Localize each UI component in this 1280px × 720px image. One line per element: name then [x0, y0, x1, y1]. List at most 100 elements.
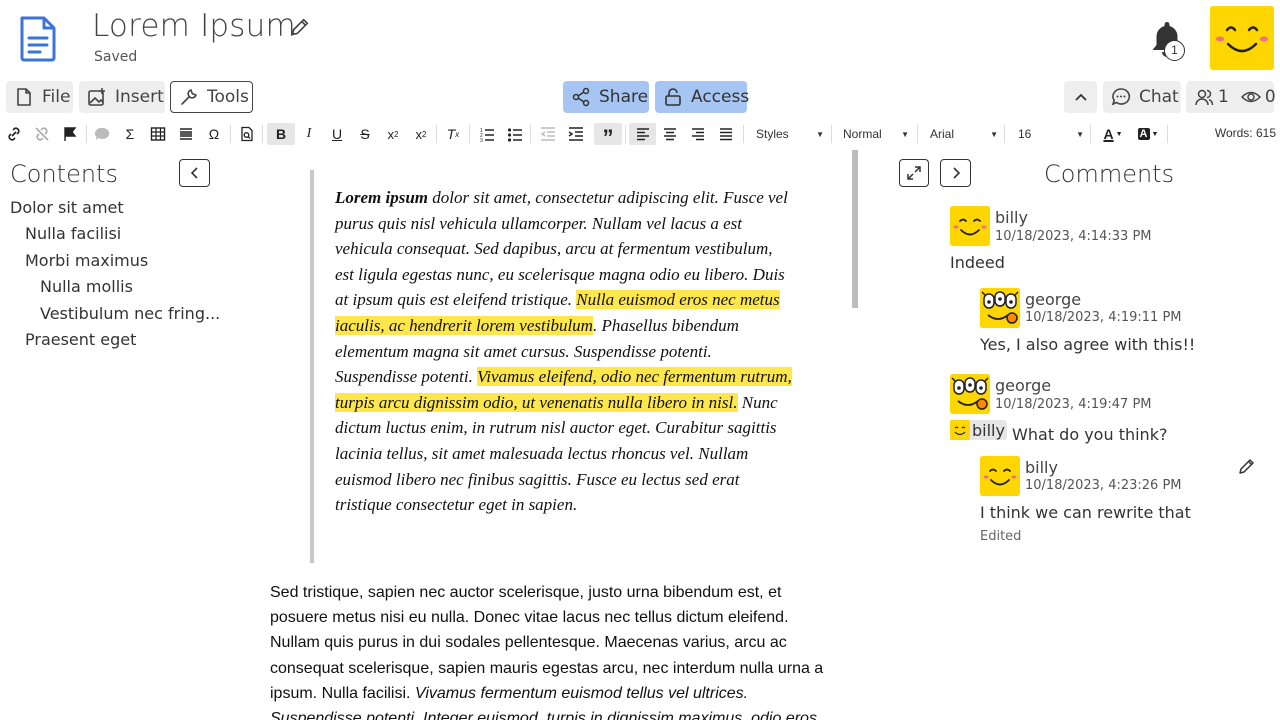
link-icon[interactable]: [3, 123, 25, 145]
file-menu-label: File: [42, 87, 71, 107]
styles-dropdown[interactable]: Styles ▼: [756, 124, 824, 144]
clear-format-icon[interactable]: Tx: [442, 123, 464, 145]
collapse-contents-button[interactable]: [179, 159, 210, 187]
comment-timestamp: 10/18/2023, 4:19:11 PM: [1025, 310, 1182, 325]
edit-title-icon[interactable]: [289, 16, 311, 38]
expand-comments-button[interactable]: [899, 159, 929, 187]
comment-icon: [91, 123, 113, 145]
comment-text: I think we can rewrite that: [980, 503, 1191, 522]
subscript-button[interactable]: x2: [382, 123, 404, 145]
mention-avatar: [950, 420, 970, 440]
users-count: 1: [1218, 87, 1229, 107]
contents-title: Contents: [10, 160, 118, 188]
text-color-button[interactable]: A ▼: [1099, 123, 1127, 145]
find-replace-icon[interactable]: [236, 123, 258, 145]
numbered-list-icon[interactable]: 123: [476, 123, 498, 145]
user-mention[interactable]: billy: [950, 420, 1007, 440]
mention-name: billy: [972, 420, 1005, 440]
bookmark-flag-icon[interactable]: [59, 123, 81, 145]
bullet-list-icon[interactable]: [504, 123, 526, 145]
insert-menu-label: Insert: [115, 87, 164, 107]
save-status: Saved: [94, 49, 138, 65]
document-title[interactable]: Lorem Ipsum: [92, 8, 296, 44]
expand-arrows-icon: [907, 166, 921, 180]
insert-menu-button[interactable]: Insert: [79, 81, 165, 113]
collapse-comments-button[interactable]: [940, 159, 971, 187]
comment-author: billy: [1025, 458, 1058, 477]
share-label: Share: [599, 87, 649, 107]
bold-button[interactable]: B: [267, 123, 295, 145]
tools-menu-button[interactable]: Tools: [170, 81, 253, 113]
comment-author: george: [1025, 290, 1082, 309]
access-button[interactable]: Access: [655, 81, 749, 113]
toc-item[interactable]: Nulla facilisi: [25, 224, 121, 243]
toc-item[interactable]: Dolor sit amet: [10, 198, 124, 217]
edit-comment-icon[interactable]: [1238, 457, 1256, 475]
tools-menu-label: Tools: [207, 87, 249, 107]
file-menu-button[interactable]: File: [6, 81, 73, 113]
superscript-button[interactable]: x2: [410, 123, 432, 145]
insert-image-icon: [88, 88, 105, 106]
users-icon: [1195, 89, 1214, 106]
comment-timestamp: 10/18/2023, 4:19:47 PM: [995, 397, 1152, 412]
comment-author: billy: [995, 208, 1028, 227]
chevron-down-icon: ▼: [816, 129, 824, 139]
blockquote-text[interactable]: Lorem ipsum dolor sit amet, consectetur …: [335, 185, 795, 518]
align-center-button[interactable]: [659, 123, 681, 145]
formula-sigma-icon[interactable]: Σ: [119, 123, 141, 145]
toc-item[interactable]: Vestibulum nec fring...: [40, 304, 220, 323]
share-icon: [572, 87, 590, 107]
avatar: [980, 288, 1020, 328]
comment-timestamp: 10/18/2023, 4:14:33 PM: [995, 229, 1152, 244]
blockquote-border: [310, 170, 314, 563]
align-justify-button[interactable]: [715, 123, 737, 145]
chat-label: Chat: [1139, 87, 1179, 107]
file-icon: [17, 88, 31, 106]
formatting-toolbar: Σ Ω B I U S x2 x2 Tx 123 ” Styles ▼ Norma…: [0, 121, 1280, 149]
paragraph-format-dropdown[interactable]: Normal ▼: [843, 124, 909, 144]
italic-button[interactable]: I: [298, 123, 320, 145]
collapse-header-button[interactable]: [1064, 81, 1097, 113]
chat-button[interactable]: Chat: [1103, 81, 1181, 113]
page-break-icon[interactable]: [175, 123, 197, 145]
body-paragraph[interactable]: Sed tristique, sapien nec auctor sceleri…: [270, 580, 840, 720]
avatar: [950, 206, 990, 246]
chevron-up-icon: [1074, 93, 1087, 101]
align-right-button[interactable]: [687, 123, 709, 145]
font-family-dropdown[interactable]: Arial ▼: [930, 124, 998, 144]
toc-item[interactable]: Nulla mollis: [40, 277, 133, 296]
indent-icon[interactable]: [565, 123, 587, 145]
font-size-value: 16: [1018, 127, 1032, 141]
lock-icon: [665, 88, 681, 106]
comment-text-body: What do you think?: [1006, 425, 1168, 444]
toc-item[interactable]: Morbi maximus: [25, 251, 148, 270]
strikethrough-button[interactable]: S: [354, 123, 376, 145]
blockquote-button[interactable]: ”: [594, 123, 622, 149]
edited-label: Edited: [980, 529, 1022, 544]
styles-value: Styles: [756, 127, 789, 141]
chevron-down-icon: ▼: [901, 129, 909, 139]
underline-button[interactable]: U: [326, 123, 348, 145]
editor-scrollbar[interactable]: [852, 150, 858, 308]
comment-text: billy What do you think?: [950, 420, 1167, 444]
users-viewers-button[interactable]: 1 0: [1186, 81, 1276, 113]
special-char-omega-icon[interactable]: Ω: [203, 123, 225, 145]
font-family-value: Arial: [930, 127, 955, 141]
word-count: Words: 615: [1214, 126, 1276, 140]
chevron-down-icon: ▼: [990, 129, 998, 139]
user-avatar[interactable]: [1210, 6, 1274, 70]
comment-author: george: [995, 376, 1052, 395]
comment-text: Yes, I also agree with this!!: [980, 335, 1196, 354]
toc-item[interactable]: Praesent eget: [25, 330, 136, 349]
font-size-dropdown[interactable]: 16 ▼: [1018, 124, 1084, 144]
comment-text: Indeed: [950, 253, 1005, 272]
comments-title: Comments: [1044, 160, 1175, 188]
chevron-down-icon: ▼: [1076, 129, 1084, 139]
document-icon: [20, 16, 56, 62]
table-icon[interactable]: [147, 123, 169, 145]
share-button[interactable]: Share: [563, 81, 649, 113]
comment-timestamp: 10/18/2023, 4:23:26 PM: [1025, 478, 1182, 493]
eye-icon: [1240, 91, 1261, 103]
highlight-color-button[interactable]: A ▼: [1134, 123, 1162, 145]
align-left-button[interactable]: [629, 123, 656, 145]
